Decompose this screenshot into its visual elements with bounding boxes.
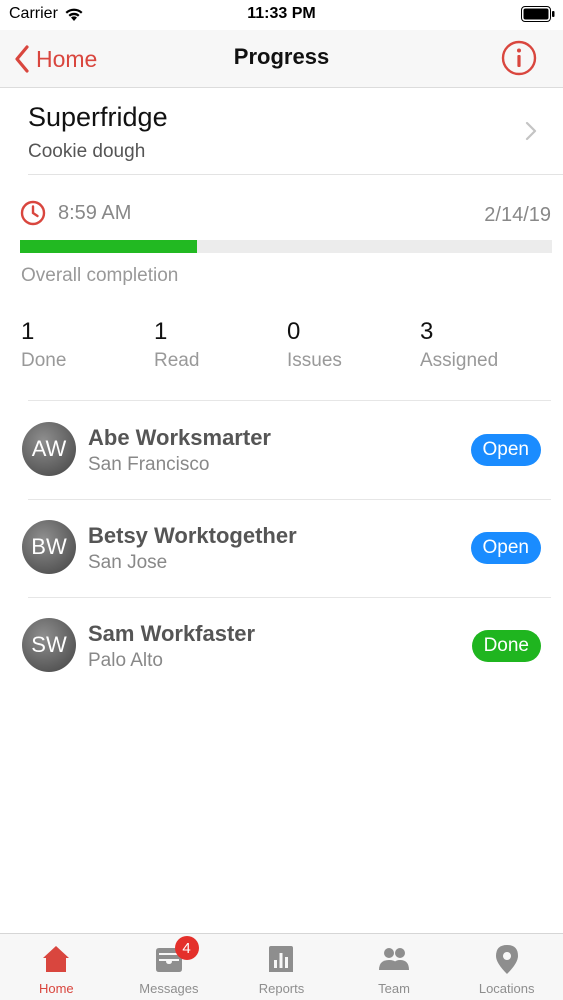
tab-team[interactable]: Team — [338, 934, 451, 1000]
product-name: Superfridge — [28, 102, 168, 132]
start-time: 8:59 AM — [58, 201, 132, 224]
assignee-name: Betsy Worktogether — [88, 523, 297, 548]
tab-reports[interactable]: Reports — [225, 934, 338, 1000]
completion-progress-bar — [20, 240, 552, 253]
stat-label: Read — [154, 350, 200, 371]
stat-read: 1 Read — [154, 318, 287, 372]
avatar: BW — [22, 520, 76, 574]
completion-label: Overall completion — [21, 265, 179, 286]
start-date: 2/14/19 — [484, 204, 551, 226]
avatar: SW — [22, 618, 76, 672]
stat-done: 1 Done — [21, 318, 154, 372]
stat-issues: 0 Issues — [287, 318, 420, 372]
status-badge: Done — [471, 630, 541, 662]
tab-messages[interactable]: 4 Messages — [113, 934, 226, 1000]
navigation-bar: Home Progress — [0, 30, 563, 88]
stat-value: 1 — [21, 318, 35, 345]
tab-locations[interactable]: Locations — [450, 934, 563, 1000]
people-icon — [379, 948, 410, 970]
tab-home[interactable]: Home — [0, 934, 113, 1000]
stat-value: 0 — [287, 318, 301, 345]
list-item[interactable]: SW Sam Workfaster Palo Alto Done — [0, 597, 563, 695]
battery-icon — [521, 6, 555, 22]
stat-label: Issues — [287, 350, 342, 371]
status-badge: Open — [470, 434, 541, 466]
map-pin-icon — [495, 945, 518, 974]
house-icon — [43, 946, 70, 972]
stat-label: Done — [21, 350, 67, 371]
assignee-location: San Jose — [88, 552, 168, 573]
messages-badge: 4 — [174, 936, 199, 960]
avatar: AW — [22, 422, 76, 476]
product-header[interactable]: Superfridge Cookie dough — [0, 88, 563, 176]
assignee-name: Abe Worksmarter — [88, 425, 271, 450]
tab-label: Messages — [139, 981, 199, 996]
assignee-location: San Francisco — [88, 454, 210, 475]
status-bar: Carrier 11:33 PM — [0, 0, 563, 30]
completion-progress-fill — [20, 240, 198, 253]
divider — [28, 174, 563, 175]
status-badge: Open — [470, 532, 541, 564]
tab-label: Reports — [258, 981, 305, 996]
status-time: 11:33 PM — [247, 5, 316, 22]
assignee-list: AW Abe Worksmarter San Francisco Open BW… — [0, 401, 563, 695]
time-row: 8:59 AM — [20, 200, 131, 226]
list-item[interactable]: BW Betsy Worktogether San Jose Open — [0, 499, 563, 597]
tab-bar: Home 4 Messages Reports Team Locations — [0, 933, 563, 1000]
stats-row: 1 Done 1 Read 0 Issues 3 Assigned — [21, 318, 553, 372]
tab-label: Home — [38, 981, 74, 996]
list-item[interactable]: AW Abe Worksmarter San Francisco Open — [0, 401, 563, 499]
stat-value: 1 — [154, 318, 168, 345]
page-title: Progress — [233, 44, 330, 69]
bar-chart-icon — [269, 946, 294, 972]
info-icon[interactable] — [501, 40, 537, 76]
assignee-location: Palo Alto — [88, 650, 163, 671]
assignee-name: Sam Workfaster — [88, 621, 256, 646]
tab-label: Locations — [478, 981, 535, 996]
product-subtitle: Cookie dough — [28, 141, 146, 162]
stat-label: Assigned — [420, 350, 499, 371]
stat-assigned: 3 Assigned — [420, 318, 553, 372]
chevron-right-icon — [525, 121, 537, 141]
clock-icon — [20, 200, 46, 226]
tab-label: Team — [378, 981, 410, 996]
stat-value: 3 — [420, 318, 434, 345]
